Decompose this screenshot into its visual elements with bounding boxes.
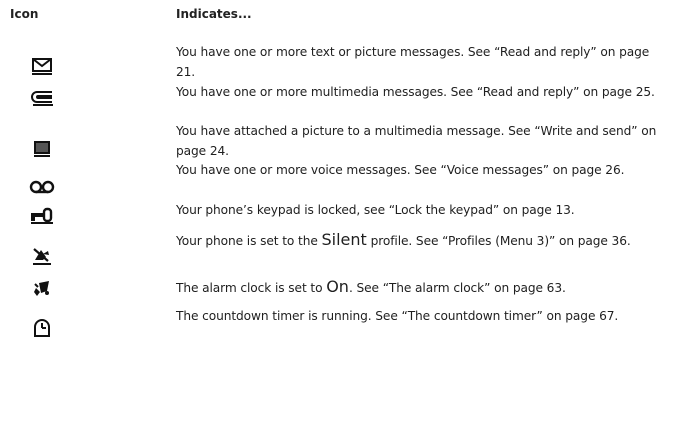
row-text: The countdown timer is running. See “The… (176, 309, 619, 323)
voicemail-icon (26, 176, 58, 200)
row-text: You have one or more voice messages. See… (176, 163, 625, 177)
silent-profile-icon (26, 244, 58, 268)
silent-profile-label: Silent (321, 230, 367, 249)
table-header: Icon Indicates... (0, 7, 674, 27)
row-text: You have one or more text or picture mes… (176, 45, 650, 79)
multimedia-message-icon (26, 86, 58, 110)
row-text: Your phone is set to the Silent profile.… (176, 230, 631, 249)
row-text: You have one or more multimedia messages… (176, 85, 655, 99)
picture-attachment-icon (26, 136, 58, 160)
keypad-lock-icon (26, 204, 58, 228)
alarm-clock-icon (26, 277, 58, 301)
icon-column-header: Icon (10, 7, 39, 21)
row-text: The alarm clock is set to On. See “The a… (176, 277, 566, 296)
row-text: You have attached a picture to a multime… (176, 124, 657, 158)
row-text: Your phone’s keypad is locked, see “Lock… (176, 203, 575, 217)
envelope-icon (26, 54, 58, 78)
countdown-timer-icon (26, 316, 58, 340)
indicates-column-header: Indicates... (176, 7, 252, 21)
alarm-on-label: On (326, 277, 349, 296)
